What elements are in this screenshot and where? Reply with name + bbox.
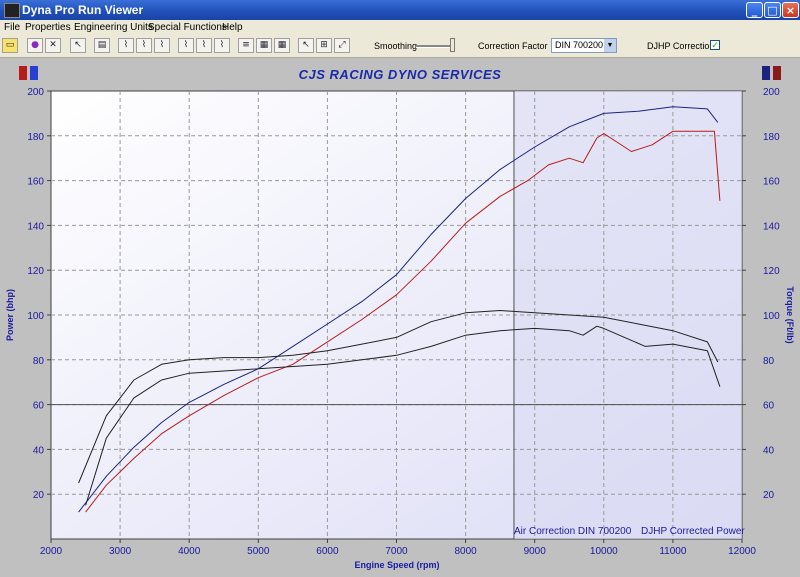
y-tick-label-left: 80 (33, 356, 45, 367)
air-correction-label: Air Correction DIN 700200 (514, 526, 632, 537)
djhp-corrected-label: DJHP Corrected Power (641, 526, 745, 537)
y-tick-label-right: 40 (763, 445, 775, 456)
x-tick-label: 8000 (454, 546, 477, 557)
y-tick-label-right: 160 (763, 177, 780, 188)
y-tick-label-right: 180 (763, 132, 780, 143)
dyno-chart: 2000 3000 4000 5000 6000 7000 8000 9000 10000 110… (5, 87, 795, 570)
y-tick-label-left: 120 (27, 266, 44, 277)
y-tick-label-left: 40 (33, 445, 45, 456)
x-tick-label: 4000 (178, 546, 201, 557)
x-tick-label: 10000 (590, 546, 618, 557)
x-tick-label: 11000 (659, 546, 687, 557)
y-tick-label-left: 180 (27, 132, 44, 143)
y-tick-label-left: 60 (33, 401, 45, 412)
y-tick-label-right: 120 (763, 266, 780, 277)
y-axis-left-title: Power (bhp) (5, 289, 15, 341)
x-tick-label: 2000 (40, 546, 63, 557)
y-tick-label-left: 20 (33, 490, 45, 501)
x-axis-title: Engine Speed (rpm) (354, 560, 439, 570)
y-tick-label-right: 200 (763, 87, 780, 98)
x-tick-label: 12000 (728, 546, 756, 557)
y-tick-label-right: 20 (763, 490, 775, 501)
y-tick-label-right: 100 (763, 311, 780, 322)
x-tick-label: 3000 (109, 546, 132, 557)
y-tick-label-left: 140 (27, 221, 44, 232)
x-tick-label: 9000 (524, 546, 547, 557)
y-tick-label-left: 160 (27, 177, 44, 188)
y-tick-label-left: 100 (27, 311, 44, 322)
y-tick-label-left: 200 (27, 87, 44, 98)
x-tick-label: 5000 (247, 546, 270, 557)
y-tick-label-right: 140 (763, 221, 780, 232)
y-tick-label-right: 60 (763, 401, 775, 412)
y-axis-right-title: Torque (Ft/lb) (785, 286, 795, 343)
x-tick-label: 7000 (385, 546, 408, 557)
y-tick-label-right: 80 (763, 356, 775, 367)
x-tick-label: 6000 (316, 546, 339, 557)
